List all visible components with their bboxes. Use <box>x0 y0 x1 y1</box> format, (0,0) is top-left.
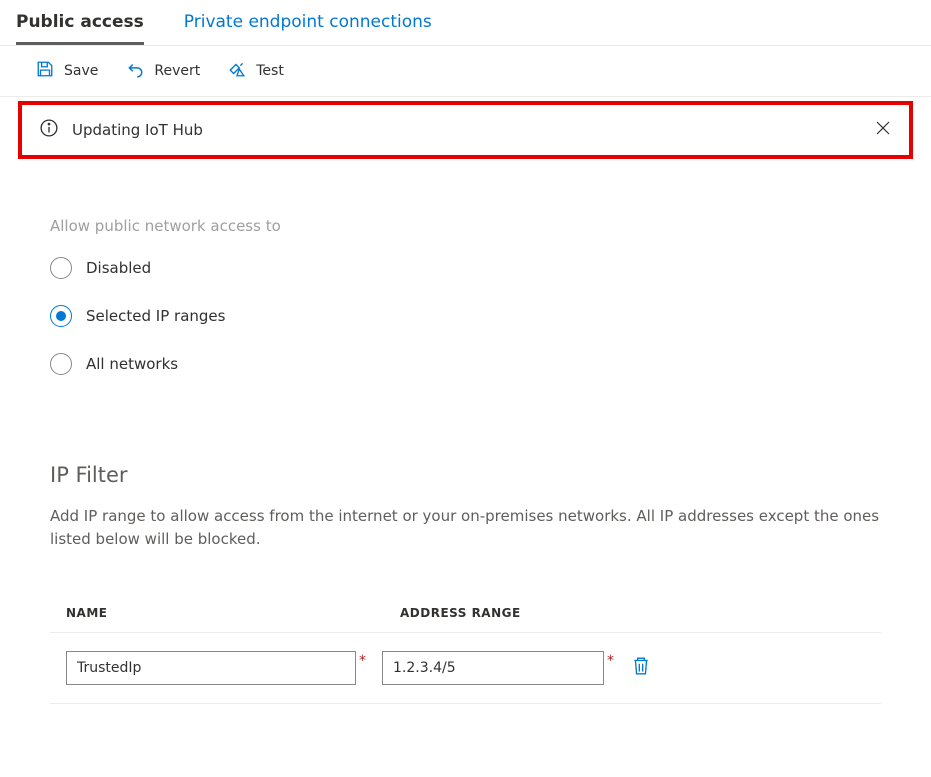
table-header: NAME ADDRESS RANGE <box>50 606 881 633</box>
name-input[interactable] <box>66 651 356 685</box>
radio-label: Selected IP ranges <box>86 307 225 325</box>
ip-filter-description: Add IP range to allow access from the in… <box>50 505 881 550</box>
tab-private-endpoint[interactable]: Private endpoint connections <box>184 0 432 45</box>
ip-filter-table: NAME ADDRESS RANGE * * <box>50 606 881 704</box>
radio-all-networks[interactable]: All networks <box>50 353 881 375</box>
revert-label: Revert <box>154 63 200 79</box>
notification-banner: Updating IoT Hub <box>18 101 913 159</box>
flask-icon <box>228 60 246 82</box>
radio-icon <box>50 353 72 375</box>
save-button[interactable]: Save <box>36 60 98 82</box>
radio-label: All networks <box>86 355 178 373</box>
table-row: * * <box>50 633 881 704</box>
column-address-range: ADDRESS RANGE <box>400 606 521 620</box>
info-icon <box>40 119 58 141</box>
close-icon[interactable] <box>875 120 891 140</box>
network-access-label: Allow public network access to <box>50 217 881 235</box>
radio-disabled[interactable]: Disabled <box>50 257 881 279</box>
radio-icon <box>50 305 72 327</box>
tabs: Public access Private endpoint connectio… <box>0 0 931 46</box>
ip-filter-heading: IP Filter <box>50 463 881 487</box>
undo-icon <box>126 60 144 82</box>
radio-icon <box>50 257 72 279</box>
required-marker: * <box>607 653 614 669</box>
radio-label: Disabled <box>86 259 151 277</box>
revert-button[interactable]: Revert <box>126 60 200 82</box>
toolbar: Save Revert Test <box>0 46 931 97</box>
address-range-input[interactable] <box>382 651 604 685</box>
test-label: Test <box>256 63 284 79</box>
column-name: NAME <box>66 606 400 620</box>
required-marker: * <box>359 653 366 669</box>
save-label: Save <box>64 63 98 79</box>
test-button[interactable]: Test <box>228 60 284 82</box>
radio-selected-ip-ranges[interactable]: Selected IP ranges <box>50 305 881 327</box>
notification-text: Updating IoT Hub <box>72 121 203 139</box>
tab-public-access[interactable]: Public access <box>16 0 144 45</box>
network-access-radio-group: Disabled Selected IP ranges All networks <box>50 257 881 375</box>
trash-icon[interactable] <box>632 656 650 680</box>
save-icon <box>36 60 54 82</box>
